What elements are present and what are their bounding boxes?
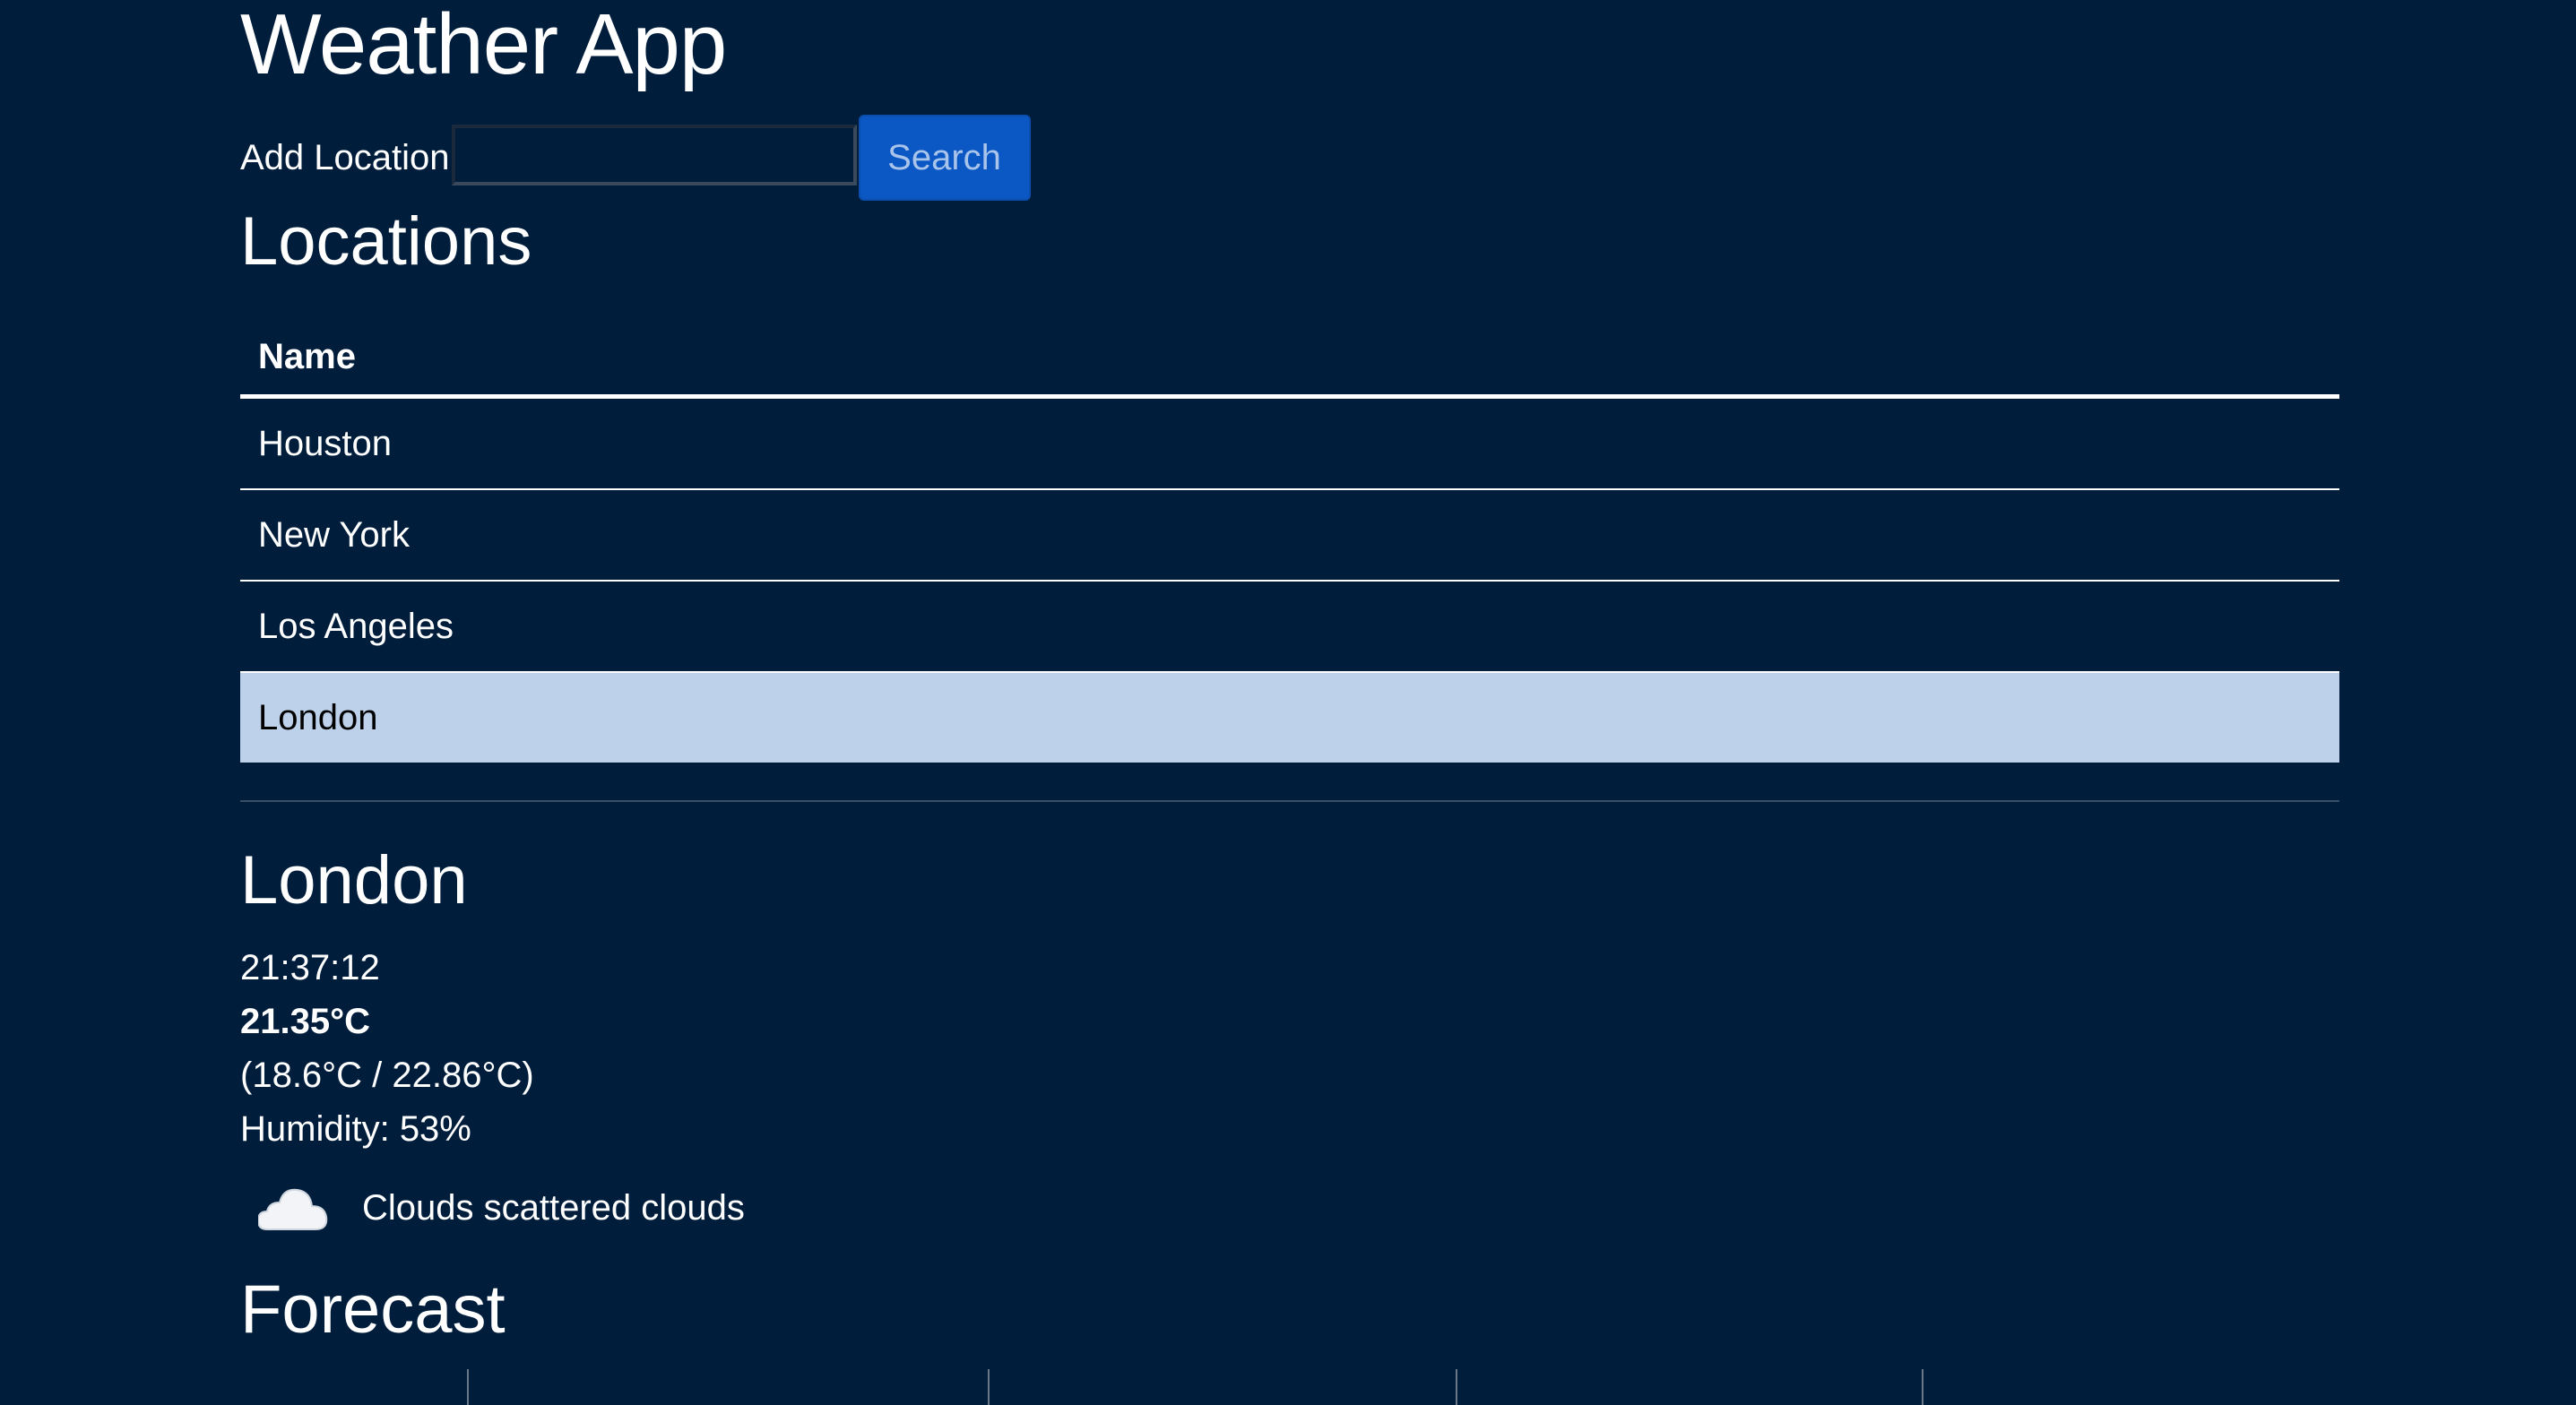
forecast-column-divider bbox=[988, 1369, 990, 1405]
table-row[interactable]: Los Angeles bbox=[240, 581, 2339, 673]
detail-city-title: London bbox=[240, 842, 468, 918]
table-row[interactable]: Houston bbox=[240, 396, 2339, 490]
table-header-row: Name bbox=[240, 319, 2339, 399]
humidity: Humidity: 53% bbox=[240, 1109, 471, 1149]
add-location-form: Add Location Search bbox=[240, 115, 1031, 201]
forecast-strip bbox=[240, 1369, 2339, 1405]
location-search-input[interactable] bbox=[451, 125, 857, 185]
forecast-column-divider bbox=[467, 1369, 469, 1405]
cloud-icon bbox=[258, 1188, 328, 1230]
forecast-title: Forecast bbox=[240, 1271, 506, 1348]
name-column-header: Name bbox=[240, 319, 2339, 399]
section-divider bbox=[240, 800, 2339, 802]
location-name[interactable]: New York bbox=[240, 489, 2339, 582]
weather-app-page: Weather App Add Location Search Location… bbox=[0, 0, 2576, 1405]
forecast-column-divider bbox=[1922, 1369, 1923, 1405]
location-name[interactable]: Los Angeles bbox=[240, 581, 2339, 673]
table-row[interactable]: New York bbox=[240, 489, 2339, 582]
app-title: Weather App bbox=[240, 0, 727, 92]
weather-condition: Clouds scattered clouds bbox=[258, 1177, 745, 1238]
add-location-label: Add Location bbox=[240, 138, 450, 177]
current-temperature: 21.35°C bbox=[240, 1002, 370, 1041]
search-button[interactable]: Search bbox=[858, 115, 1031, 201]
table-row-selected[interactable]: London bbox=[240, 672, 2339, 763]
local-time: 21:37:12 bbox=[240, 948, 380, 987]
temperature-range: (18.6°C / 22.86°C) bbox=[240, 1056, 534, 1095]
condition-description: Clouds scattered clouds bbox=[362, 1188, 745, 1228]
location-name[interactable]: London bbox=[240, 672, 2339, 763]
locations-title: Locations bbox=[240, 203, 532, 280]
forecast-column-divider bbox=[1456, 1369, 1457, 1405]
location-name[interactable]: Houston bbox=[240, 396, 2339, 490]
locations-table: Name Houston New York Los Angeles London bbox=[240, 319, 2339, 763]
